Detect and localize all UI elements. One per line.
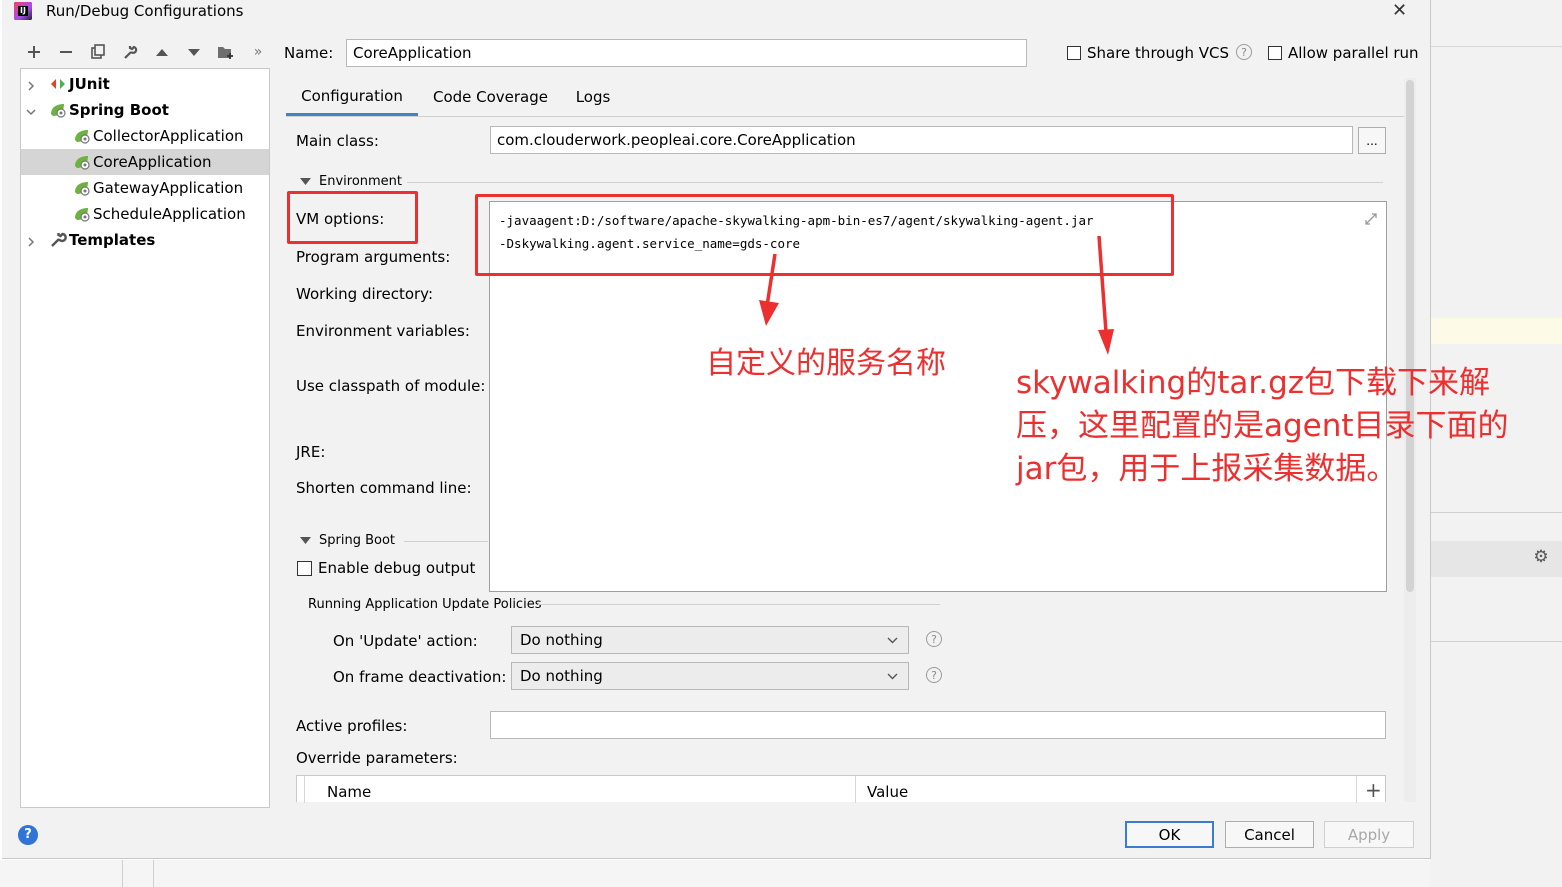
gear-icon[interactable]: ⚙ (1532, 548, 1550, 566)
agent-annotation: skywalking的tar.gz包下载下来解 压，这里配置的是agent目录下… (1016, 362, 1509, 491)
agent-annotation-line-2: 压，这里配置的是agent目录下面的 (1016, 408, 1509, 444)
background-bottom (0, 860, 1430, 887)
agent-annotation-line-1: skywalking的tar.gz包下载下来解 (1016, 365, 1491, 401)
service-name-annotation: 自定义的服务名称 (706, 346, 946, 381)
run-debug-dialog: IJ Run/Debug Configurations ✕ » JUnit Spr… (2, 0, 1509, 859)
agent-annotation-line-3: jar包，用于上报采集数据。 (1016, 451, 1398, 487)
